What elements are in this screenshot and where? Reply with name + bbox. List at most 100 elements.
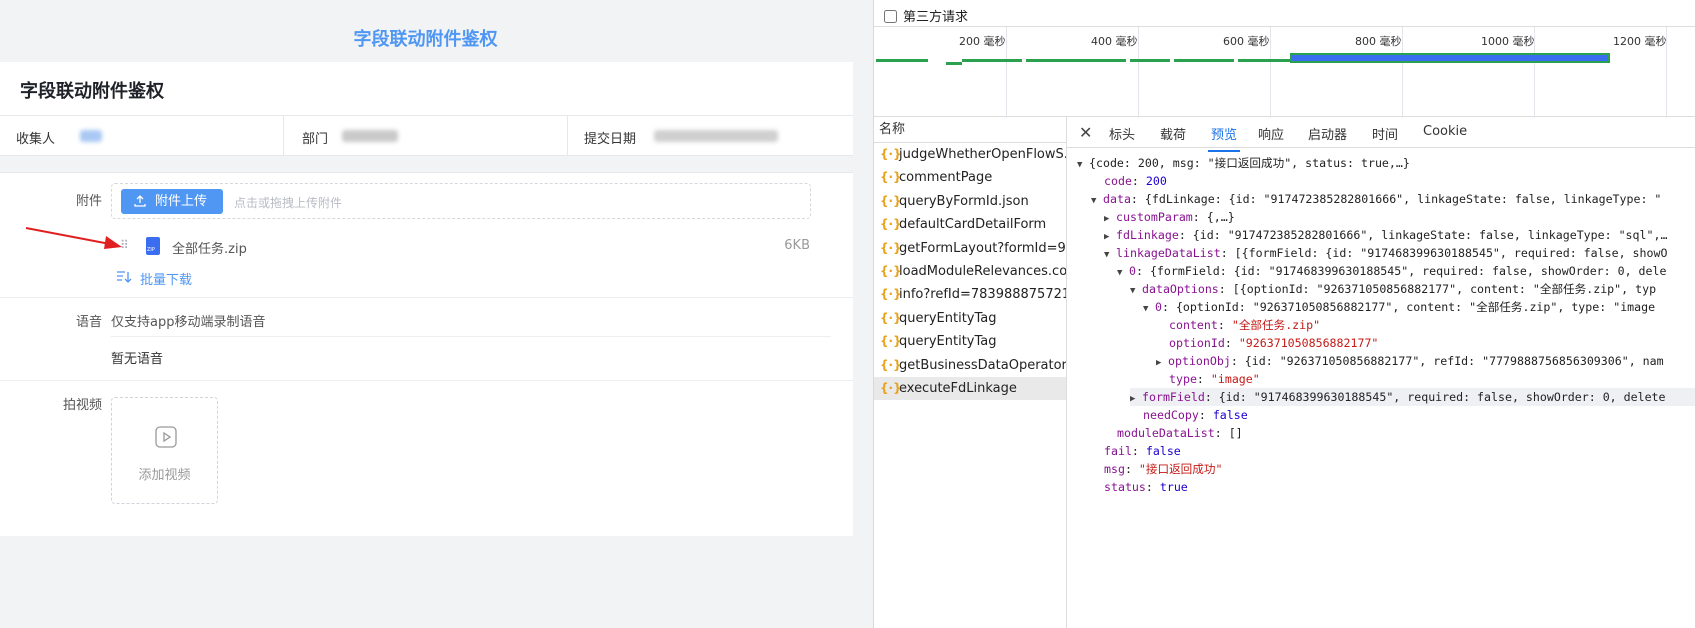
network-timeline[interactable]: 200 毫秒 400 毫秒 600 毫秒 800 毫秒 1000 毫秒 1200… [874,26,1695,118]
video-play-icon [155,426,177,448]
request-item[interactable]: {·} loadModuleRelevances.co... [874,260,1066,283]
json-node[interactable]: ▼ dataOptions: [{optionId: "9263710508568… [1130,280,1656,298]
batch-download-icon [117,271,132,283]
timeline-request-bar [1174,59,1234,62]
timeline-selected-request-bar [1290,53,1610,63]
json-node: fail: false [1104,444,1181,458]
dept-label: 部门 [302,132,329,147]
form-body: 附件 附件上传 点击或拖拽上传附件 ⠿ 全部任务.zip 6KB 批量下载 语音… [0,172,853,536]
voice-hint: 仅支持app移动端录制语音 [111,315,266,330]
third-party-filter[interactable]: 第三方请求 [884,6,968,25]
tab-headers[interactable]: 标头 [1109,124,1135,143]
voice-label: 语音 [75,315,102,330]
form-app: 字段联动附件鉴权 字段联动附件鉴权 收集人 部门 提交日期 附件 附件上传 点击… [0,0,873,628]
devtools-network-panel: 第三方请求 200 毫秒 400 毫秒 600 毫秒 800 毫秒 1000 毫… [873,0,1695,628]
add-video-label: 添加视频 [138,468,191,483]
json-root-node[interactable]: ▼ {code: 200, msg: "接口返回成功", status: true… [1077,154,1410,172]
timeline-request-bar [1026,59,1126,62]
tab-timing[interactable]: 时间 [1372,124,1398,143]
request-item[interactable]: {·} info?refId=783988875721... [874,283,1066,306]
json-node-hovered[interactable]: ▶ formField: {id: "917468399630188545", r… [1130,388,1695,406]
third-party-label: 第三方请求 [903,10,969,25]
add-video-button[interactable]: 添加视频 [111,397,218,504]
json-node: moduleDataList: [] [1117,426,1243,440]
timeline-tick: 1000 毫秒 [1481,27,1535,118]
tab-initiator[interactable]: 启动器 [1308,124,1347,143]
request-item[interactable]: {·} judgeWhetherOpenFlowS... [874,143,1066,166]
upload-button-label: 附件上传 [155,194,208,209]
timeline-request-bar [1130,59,1170,62]
collector-value-redacted [80,130,102,142]
request-item[interactable]: {·} queryEntityTag [874,307,1066,330]
form-meta-row: 收集人 部门 提交日期 [0,116,853,156]
json-node: optionId: "926371050856882177" [1169,336,1379,350]
json-request-icon: {·} [880,263,902,278]
json-node[interactable]: ▼ data: {fdLinkage: {id: "917472385282801… [1091,190,1661,208]
timeline-request-bar [962,59,1022,62]
timeline-tick: 600 毫秒 [1223,27,1271,118]
json-node: needCopy: false [1143,408,1248,422]
form-title: 字段联动附件鉴权 [20,81,164,102]
upload-dropzone[interactable]: 附件上传 点击或拖拽上传附件 [111,183,811,219]
json-node[interactable]: ▼ 0: {formField: {id: "917468399630188545… [1117,262,1666,280]
request-item[interactable]: {·} getBusinessDataOperator [874,354,1066,377]
dept-value-redacted [342,130,398,142]
voice-empty-text: 暂无语音 [111,352,164,367]
json-node[interactable]: ▼ 0: {optionId: "926371050856882177", con… [1143,298,1655,316]
upload-hint: 点击或拖拽上传附件 [234,196,343,210]
json-node: msg: "接口返回成功" [1104,462,1223,476]
request-item-selected[interactable]: {·} executeFdLinkage [874,376,1066,401]
tab-payload[interactable]: 载荷 [1160,124,1186,143]
timeline-tick: 800 毫秒 [1355,27,1403,118]
attachment-file-name[interactable]: 全部任务.zip [172,238,247,257]
json-node[interactable]: ▼ linkageDataList: [{formField: {id: "917… [1104,244,1667,262]
date-label: 提交日期 [584,132,637,147]
tab-cookie[interactable]: Cookie [1423,124,1467,139]
divider [111,336,831,337]
request-item[interactable]: {·} queryEntityTag [874,330,1066,353]
meta-date: 提交日期 [568,116,852,156]
third-party-checkbox[interactable] [884,10,897,23]
json-node: status: true [1104,480,1188,494]
batch-download-label: 批量下载 [140,273,193,288]
timeline-tick: 400 毫秒 [1091,27,1139,118]
json-request-icon: {·} [880,310,902,325]
json-node: code: 200 [1104,174,1167,188]
json-node: type: "image" [1169,372,1260,386]
upload-button[interactable]: 附件上传 [121,189,223,214]
meta-dept: 部门 [284,116,568,156]
json-request-icon: {·} [880,217,902,232]
date-value-redacted [654,130,778,142]
request-item[interactable]: {·} defaultCardDetailForm [874,213,1066,236]
request-item[interactable]: {·} getFormLayout?formId=9... [874,237,1066,260]
request-name-list: 名称 {·} judgeWhetherOpenFlowS... {·} commen… [874,117,1067,628]
json-request-icon: {·} [880,240,902,255]
json-request-icon: {·} [880,287,902,302]
name-column-header[interactable]: 名称 [874,117,1066,143]
form-header: 字段联动附件鉴权 [0,62,853,116]
divider [0,380,853,381]
json-node[interactable]: ▶ optionObj: {id: "926371050856882177", r… [1156,352,1664,370]
timeline-request-bar [946,62,962,65]
request-item[interactable]: {·} queryByFormId.json [874,190,1066,213]
json-request-icon: {·} [880,334,902,349]
timeline-tick: 1200 毫秒 [1613,27,1667,118]
timeline-tick: 200 毫秒 [959,27,1007,118]
request-item[interactable]: {·} commentPage [874,166,1066,189]
video-label: 拍视频 [62,398,102,413]
upload-icon [134,195,146,207]
json-request-icon: {·} [880,170,902,185]
collector-label: 收集人 [16,132,56,147]
json-node[interactable]: ▶ customParam: {,…} [1104,208,1235,226]
json-request-icon: {·} [880,193,902,208]
close-icon[interactable]: ✕ [1079,123,1092,142]
red-arrow-annotation [25,227,122,249]
tab-preview[interactable]: 预览 [1207,124,1241,152]
json-request-icon: {·} [880,147,902,161]
zip-file-icon [146,237,160,255]
batch-download-link[interactable]: 批量下载 [116,269,192,288]
json-node[interactable]: ▶ fdLinkage: {id: "917472385282801666", l… [1104,226,1667,244]
tab-response[interactable]: 响应 [1258,124,1284,143]
json-request-icon: {·} [880,357,902,372]
attachment-file-item[interactable]: ⠿ 全部任务.zip 6KB [120,233,810,259]
